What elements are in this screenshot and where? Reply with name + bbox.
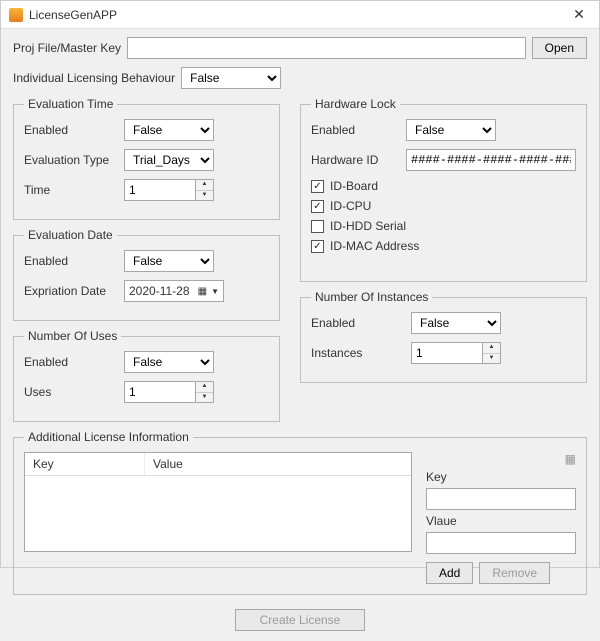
evaldate-exp-label: Expriation Date bbox=[24, 284, 124, 298]
id-board-checkbox[interactable]: ID-Board bbox=[311, 179, 576, 193]
uses-enabled-label: Enabled bbox=[24, 355, 124, 369]
client-area: Proj File/Master Key Open Individual Lic… bbox=[1, 29, 599, 641]
inst-enabled-label: Enabled bbox=[311, 316, 411, 330]
kv-key-input[interactable] bbox=[426, 488, 576, 510]
inst-inst-label: Instances bbox=[311, 346, 411, 360]
eval-time-group: Evaluation Time Enabled False Evaluation… bbox=[13, 97, 280, 220]
close-icon[interactable]: ✕ bbox=[559, 1, 599, 29]
hw-legend: Hardware Lock bbox=[311, 97, 400, 111]
inst-legend: Number Of Instances bbox=[311, 290, 432, 304]
evaltime-time-label: Time bbox=[24, 183, 124, 197]
proj-label: Proj File/Master Key bbox=[13, 41, 121, 55]
uses-legend: Number Of Uses bbox=[24, 329, 121, 343]
kv-col-value: Value bbox=[145, 453, 191, 475]
titlebar: LicenseGenAPP ✕ bbox=[1, 1, 599, 29]
hw-lock-group: Hardware Lock Enabled False Hardware ID … bbox=[300, 97, 587, 282]
add-button[interactable]: Add bbox=[426, 562, 473, 584]
spinner-buttons[interactable]: ▲▼ bbox=[482, 343, 500, 363]
eval-date-group: Evaluation Date Enabled False Expriation… bbox=[13, 228, 280, 321]
left-col: Evaluation Time Enabled False Evaluation… bbox=[13, 97, 280, 430]
id-board-label: ID-Board bbox=[330, 179, 378, 193]
spinner-buttons[interactable]: ▲▼ bbox=[195, 180, 213, 200]
time-input[interactable] bbox=[125, 180, 195, 200]
app-window: LicenseGenAPP ✕ Proj File/Master Key Ope… bbox=[0, 0, 600, 568]
kv-col-key: Key bbox=[25, 453, 145, 475]
kv-header: Key Value bbox=[25, 453, 411, 476]
id-hdd-checkbox[interactable]: ID-HDD Serial bbox=[311, 219, 576, 233]
uses-uses-label: Uses bbox=[24, 385, 124, 399]
inst-enabled-select[interactable]: False bbox=[411, 312, 501, 334]
remove-button[interactable]: Remove bbox=[479, 562, 550, 584]
instances-input[interactable] bbox=[412, 343, 482, 363]
id-hdd-label: ID-HDD Serial bbox=[330, 219, 406, 233]
uses-enabled-select[interactable]: False bbox=[124, 351, 214, 373]
instances-stepper[interactable]: ▲▼ bbox=[411, 342, 501, 364]
instances-group: Number Of Instances Enabled False Instan… bbox=[300, 290, 587, 383]
indiv-row: Individual Licensing Behaviour False bbox=[13, 67, 587, 89]
uses-stepper[interactable]: ▲▼ bbox=[124, 381, 214, 403]
evaltime-type-select[interactable]: Trial_Days bbox=[124, 149, 214, 171]
indiv-label: Individual Licensing Behaviour bbox=[13, 71, 175, 85]
kv-table[interactable]: Key Value bbox=[24, 452, 412, 552]
evaldate-enabled-label: Enabled bbox=[24, 254, 124, 268]
kv-value-input[interactable] bbox=[426, 532, 576, 554]
kv-key-label: Key bbox=[426, 470, 576, 484]
expiration-value: 2020-11-28 bbox=[129, 284, 194, 298]
uses-input[interactable] bbox=[125, 382, 195, 402]
kv-side: ▦ Key Vlaue Add Remove bbox=[426, 452, 576, 584]
proj-input[interactable] bbox=[127, 37, 526, 59]
hardware-id-input[interactable] bbox=[406, 149, 576, 171]
hw-id-label: Hardware ID bbox=[311, 153, 406, 167]
expiration-datepicker[interactable]: 2020-11-28 ▦ ▼ bbox=[124, 280, 224, 302]
evaldate-enabled-select[interactable]: False bbox=[124, 250, 214, 272]
evaltime-enabled-select[interactable]: False bbox=[124, 119, 214, 141]
calendar-icon[interactable]: ▦ bbox=[198, 286, 207, 297]
top-columns: Evaluation Time Enabled False Evaluation… bbox=[13, 97, 587, 430]
right-col: Hardware Lock Enabled False Hardware ID … bbox=[300, 97, 587, 430]
chevron-down-icon[interactable]: ▼ bbox=[211, 287, 219, 296]
evaltime-type-label: Evaluation Type bbox=[24, 153, 124, 167]
eval-time-legend: Evaluation Time bbox=[24, 97, 117, 111]
kv-value-label: Vlaue bbox=[426, 514, 576, 528]
additional-info-group: Additional License Information Key Value… bbox=[13, 430, 587, 595]
evaltime-enabled-label: Enabled bbox=[24, 123, 124, 137]
app-icon bbox=[9, 8, 23, 22]
indiv-select[interactable]: False bbox=[181, 67, 281, 89]
id-mac-label: ID-MAC Address bbox=[330, 239, 419, 253]
hw-enabled-select[interactable]: False bbox=[406, 119, 496, 141]
uses-group: Number Of Uses Enabled False Uses ▲▼ bbox=[13, 329, 280, 422]
footer: Create License bbox=[13, 609, 587, 631]
time-stepper[interactable]: ▲▼ bbox=[124, 179, 214, 201]
hw-enabled-label: Enabled bbox=[311, 123, 406, 137]
spinner-buttons[interactable]: ▲▼ bbox=[195, 382, 213, 402]
eval-date-legend: Evaluation Date bbox=[24, 228, 117, 242]
create-license-button[interactable]: Create License bbox=[235, 609, 366, 631]
addl-legend: Additional License Information bbox=[24, 430, 193, 444]
open-button[interactable]: Open bbox=[532, 37, 587, 59]
proj-row: Proj File/Master Key Open bbox=[13, 37, 587, 59]
id-cpu-label: ID-CPU bbox=[330, 199, 371, 213]
id-cpu-checkbox[interactable]: ID-CPU bbox=[311, 199, 576, 213]
calendar-icon[interactable]: ▦ bbox=[565, 452, 576, 466]
window-title: LicenseGenAPP bbox=[29, 8, 559, 22]
id-mac-checkbox[interactable]: ID-MAC Address bbox=[311, 239, 576, 253]
